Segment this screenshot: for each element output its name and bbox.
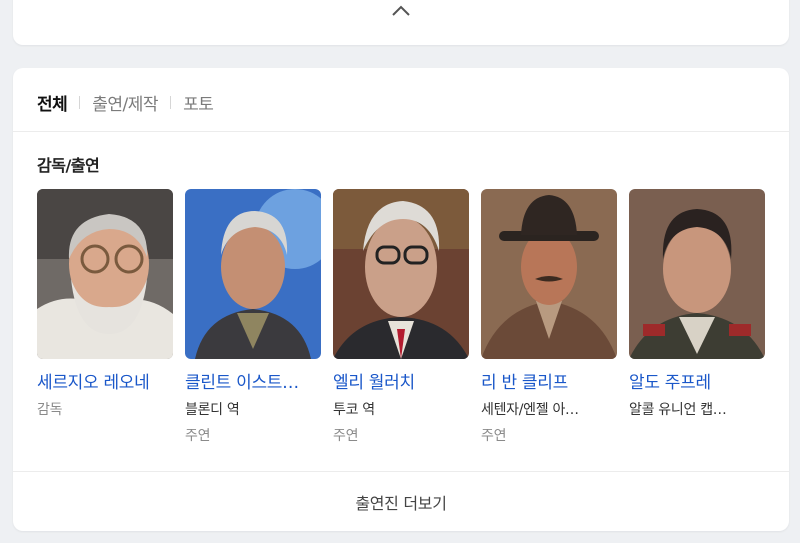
person-name[interactable]: 엘리 월러치	[333, 368, 469, 393]
person-photo[interactable]	[629, 189, 765, 359]
person-role: 투코 역	[333, 402, 375, 418]
person-role: 알콜 유니언 캡…	[629, 402, 727, 418]
section-title: 감독/출연	[37, 156, 100, 175]
person-category: 감독	[37, 402, 63, 418]
person-role: 블론디 역	[185, 402, 240, 418]
tab-all[interactable]: 전체	[37, 90, 68, 115]
previous-card	[13, 0, 789, 45]
tab-divider-line	[13, 131, 789, 132]
person-card[interactable]: 리 반 클리프 세텐자/엔젤 아… 주연	[481, 189, 617, 445]
tab-divider	[79, 95, 81, 109]
tab-divider	[170, 95, 172, 109]
person-photo[interactable]	[185, 189, 321, 359]
people-list: 세르지오 레오네 감독 클린트 이스트… 블론디 역 주연 엘리 월러치 투코 …	[37, 189, 765, 445]
person-name[interactable]: 클린트 이스트…	[185, 368, 321, 393]
person-category: 주연	[333, 428, 359, 444]
person-name[interactable]: 세르지오 레오네	[37, 368, 173, 393]
person-name[interactable]: 알도 주프레	[629, 368, 765, 393]
more-cast-button[interactable]: 출연진 더보기	[13, 472, 789, 531]
tab-cast-crew[interactable]: 출연/제작	[92, 90, 158, 115]
tab-bar: 전체 출연/제작 포토	[37, 90, 214, 115]
person-card[interactable]: 세르지오 레오네 감독	[37, 189, 173, 445]
chevron-up-icon[interactable]	[389, 0, 413, 20]
person-photo[interactable]	[333, 189, 469, 359]
tab-photo[interactable]: 포토	[183, 90, 214, 115]
person-category: 주연	[185, 428, 211, 444]
person-name[interactable]: 리 반 클리프	[481, 368, 617, 393]
person-photo[interactable]	[481, 189, 617, 359]
person-card[interactable]: 알도 주프레 알콜 유니언 캡…	[629, 189, 765, 445]
person-role: 세텐자/엔젤 아…	[481, 402, 579, 418]
person-category: 주연	[481, 428, 507, 444]
cast-card: 전체 출연/제작 포토 감독/출연 세르지오 레오네 감독 클린트 이스트… 블…	[13, 68, 789, 531]
person-card[interactable]: 클린트 이스트… 블론디 역 주연	[185, 189, 321, 445]
person-card[interactable]: 엘리 월러치 투코 역 주연	[333, 189, 469, 445]
person-photo[interactable]	[37, 189, 173, 359]
